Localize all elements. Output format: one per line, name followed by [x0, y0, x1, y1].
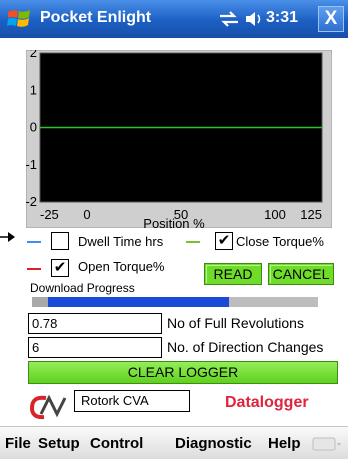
- title-bar: Pocket Enlight 3:31 X: [0, 0, 348, 38]
- cancel-button[interactable]: CANCEL: [268, 263, 334, 285]
- open-torque-legend-swatch: [27, 268, 41, 270]
- connectivity-icon[interactable]: [218, 10, 240, 28]
- close-button[interactable]: X: [318, 6, 344, 32]
- keyboard-icon[interactable]: [312, 436, 342, 452]
- full-revolutions-label: No of Full Revolutions: [167, 315, 304, 331]
- open-torque-label: Open Torque%: [78, 259, 165, 274]
- menu-diagnostic[interactable]: Diagnostic: [175, 435, 252, 452]
- download-progress-fill: [32, 297, 230, 307]
- direction-changes-label: No. of Direction Changes: [167, 339, 324, 355]
- open-torque-checkbox[interactable]: ✔: [51, 259, 69, 277]
- full-revolutions-field[interactable]: 0.78: [28, 313, 162, 334]
- clock[interactable]: 3:31: [266, 9, 298, 27]
- open-torque-checkmark-icon: ✔: [53, 259, 67, 276]
- dwell-label: Dwell Time hrs: [78, 234, 164, 249]
- close-torque-checkmark-icon: ✔: [217, 232, 231, 249]
- read-button[interactable]: READ: [204, 263, 262, 285]
- datalogger-title: Datalogger: [225, 394, 309, 411]
- volume-icon[interactable]: [244, 10, 264, 28]
- y-tick-label: 0: [30, 120, 37, 135]
- pointer-arrow-icon: [0, 232, 15, 242]
- menu-control[interactable]: Control: [90, 435, 143, 452]
- rotork-logo-icon: [29, 394, 67, 420]
- windows-start-icon[interactable]: [6, 7, 32, 31]
- dwell-checkbox[interactable]: [51, 232, 69, 250]
- download-progress-label: Download Progress: [30, 281, 135, 295]
- y-tick-label: 2: [30, 50, 37, 60]
- menu-bar: File Setup Control Diagnostic Help: [0, 426, 348, 459]
- close-torque-label: Close Torque%: [236, 234, 324, 249]
- device-name-field[interactable]: Rotork CVA: [74, 390, 190, 412]
- direction-changes-field[interactable]: 6: [28, 337, 162, 358]
- y-tick-label: -2: [26, 194, 37, 209]
- download-progress-start: [32, 297, 48, 307]
- close-torque-checkbox[interactable]: ✔: [215, 232, 233, 250]
- menu-file[interactable]: File: [5, 435, 31, 452]
- y-tick-label: 1: [30, 82, 37, 97]
- menu-help[interactable]: Help: [268, 435, 301, 452]
- x-axis-label: Position %: [143, 216, 205, 231]
- position-torque-chart: 210-1-2 -25 0 50 100 125: [26, 50, 332, 228]
- menu-setup[interactable]: Setup: [38, 435, 80, 452]
- close-torque-legend-swatch: [186, 241, 200, 243]
- app-title: Pocket Enlight: [40, 9, 152, 26]
- y-tick-label: -1: [26, 157, 37, 172]
- download-progress-bar: [32, 297, 318, 307]
- clear-logger-button[interactable]: CLEAR LOGGER: [28, 361, 338, 384]
- dwell-legend-swatch: [27, 241, 41, 243]
